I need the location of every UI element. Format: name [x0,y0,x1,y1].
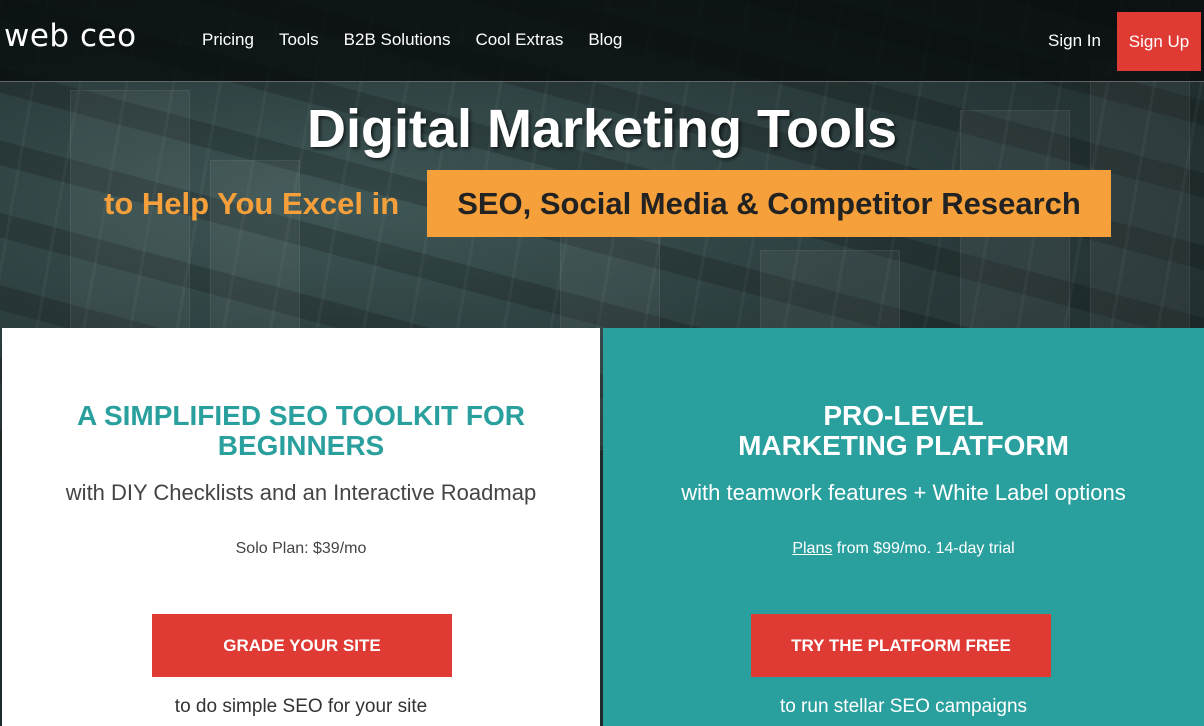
plan-price-text: from $99/mo. 14-day trial [832,540,1015,557]
nav-item-b2b-solutions[interactable]: B2B Solutions [344,30,451,50]
nav-item-blog[interactable]: Blog [588,30,622,50]
card-title: PRO-LEVEL MARKETING PLATFORM [603,401,1204,461]
card-title-line: BEGINNERS [217,430,385,461]
webceo-logo[interactable]: web ceo [4,18,137,54]
card-note: to do simple SEO for your site [174,696,428,717]
card-title-line: PRO-LEVEL [823,400,984,431]
top-navbar: web ceo Pricing Tools B2B Solutions Cool… [0,0,1204,82]
try-platform-free-button[interactable]: TRY THE PLATFORM FREE [751,614,1051,677]
sign-in-link[interactable]: Sign In [1048,31,1101,51]
plans-link[interactable]: Plans [792,540,832,557]
hero-highlight-badge: SEO, Social Media & Competitor Research [427,170,1111,237]
card-title-line: MARKETING PLATFORM [738,430,1069,461]
card-note: to run stellar SEO campaigns [779,696,1028,717]
card-subtitle: with teamwork features + White Label opt… [681,480,1126,505]
main-nav: Pricing Tools B2B Solutions Cool Extras … [202,30,647,50]
nav-item-pricing[interactable]: Pricing [202,30,254,50]
plan-price: Plans from $99/mo. 14-day trial [603,540,1204,558]
grade-your-site-button[interactable]: GRADE YOUR SITE [152,614,452,677]
card-title-line: A SIMPLIFIED SEO TOOLKIT FOR [76,400,525,431]
plan-price: Solo Plan: $39/mo [235,540,367,557]
nav-item-tools[interactable]: Tools [279,30,319,50]
hero-title: Digital Marketing Tools [306,99,898,159]
hero-subtitle: to Help You Excel in [104,186,400,221]
nav-item-cool-extras[interactable]: Cool Extras [475,30,563,50]
card-title: A SIMPLIFIED SEO TOOLKIT FOR BEGINNERS [2,401,600,461]
beginner-toolkit-card: A SIMPLIFIED SEO TOOLKIT FOR BEGINNERS w… [2,328,600,726]
pro-platform-card: PRO-LEVEL MARKETING PLATFORM with teamwo… [603,328,1204,726]
sign-up-button[interactable]: Sign Up [1117,12,1201,71]
card-subtitle: with DIY Checklists and an Interactive R… [65,480,537,505]
